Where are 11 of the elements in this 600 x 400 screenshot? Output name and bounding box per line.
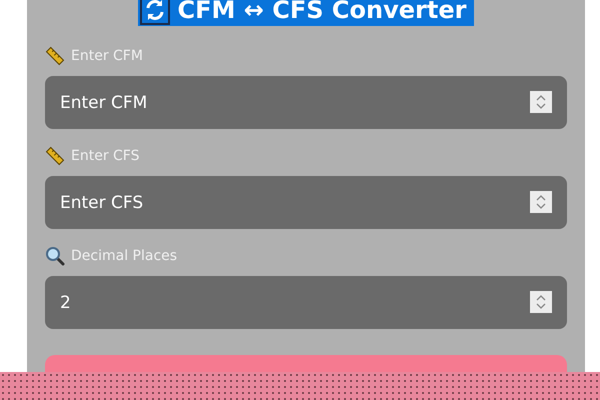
number-field[interactable]: Enter CFM [45,76,567,129]
search-icon [45,246,65,266]
number-field[interactable]: Enter CFS [45,176,567,229]
field-label: Enter CFS [71,146,140,166]
app-title: CFM ↔ CFS Converter [178,0,466,22]
number-field[interactable]: 2 [45,276,567,329]
spinner-icon[interactable] [530,191,552,213]
field-label: Enter CFM [71,46,143,66]
spinner-icon[interactable] [530,291,552,313]
spinner-icon[interactable] [530,91,552,113]
field-label: Decimal Places [71,246,178,266]
